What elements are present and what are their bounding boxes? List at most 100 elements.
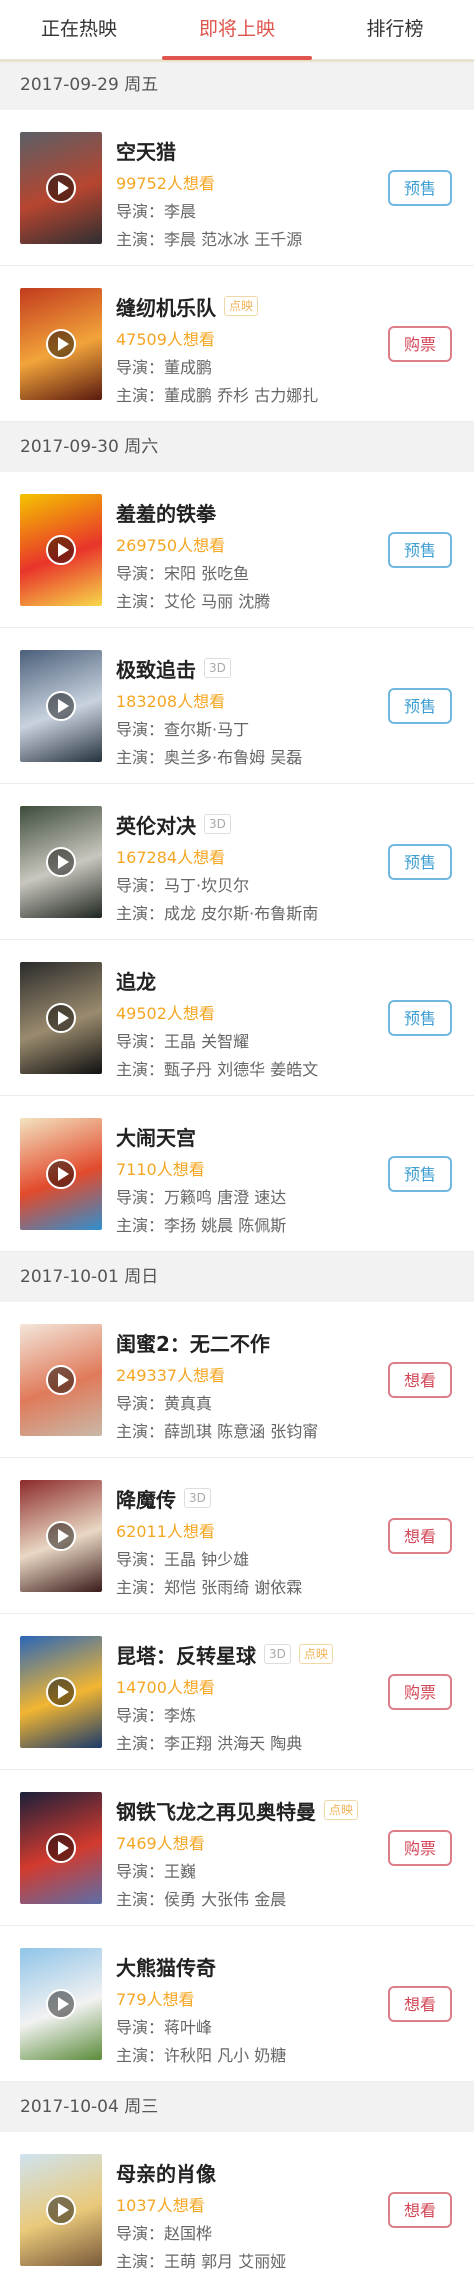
director-value: 王晶 关智耀 bbox=[164, 1032, 250, 1051]
cast-line: 主演：李正翔 洪海天 陶典 bbox=[116, 1730, 364, 1753]
presale-button[interactable]: 预售 bbox=[388, 1000, 452, 1036]
movie-info: 大熊猫传奇 779人想看 导演：蒋叶峰 主演：许秋阳 凡小 奶糖 bbox=[116, 1952, 364, 2066]
director-line: 导演：查尔斯·马丁 bbox=[116, 716, 364, 739]
play-icon[interactable] bbox=[46, 173, 76, 203]
director-value: 李晨 bbox=[164, 202, 197, 221]
movie-title: 追龙 bbox=[116, 969, 156, 994]
presale-button[interactable]: 预售 bbox=[388, 170, 452, 206]
buy-ticket-button[interactable]: 购票 bbox=[388, 1674, 452, 1710]
movie-item[interactable]: 昆塔：反转星球 3D 点映 14700人想看 导演：李炼 主演：李正翔 洪海天 陶典 购票 bbox=[0, 1614, 474, 1770]
movie-item[interactable]: 追龙 49502人想看 导演：王晶 关智耀 主演：甄子丹 刘德华 姜皓文 预售 bbox=[0, 940, 474, 1096]
cast-line: 主演：李晨 范冰冰 王千源 bbox=[116, 226, 364, 249]
title-row: 大熊猫传奇 bbox=[116, 1952, 364, 1980]
play-icon[interactable] bbox=[46, 1159, 76, 1189]
play-icon[interactable] bbox=[46, 847, 76, 877]
movie-poster[interactable] bbox=[20, 1948, 102, 2060]
movie-item[interactable]: 大熊猫传奇 779人想看 导演：蒋叶峰 主演：许秋阳 凡小 奶糖 想看 bbox=[0, 1926, 474, 2082]
play-icon[interactable] bbox=[46, 1521, 76, 1551]
cast-line: 主演：侯勇 大张伟 金晨 bbox=[116, 1886, 364, 1909]
movie-title: 大熊猫传奇 bbox=[116, 1955, 216, 1980]
play-icon[interactable] bbox=[46, 1365, 76, 1395]
movie-poster[interactable] bbox=[20, 288, 102, 400]
movie-poster[interactable] bbox=[20, 132, 102, 244]
presale-button[interactable]: 预售 bbox=[388, 1156, 452, 1192]
movie-item[interactable]: 闺蜜2：无二不作 249337人想看 导演：黄真真 主演：薛凯琪 陈意涵 张钧甯 想看 bbox=[0, 1302, 474, 1458]
director-line: 导演：王晶 钟少雄 bbox=[116, 1546, 364, 1569]
cast-value: 艾伦 马丽 沈腾 bbox=[164, 592, 271, 611]
cast-line: 主演：李扬 姚晨 陈佩斯 bbox=[116, 1212, 364, 1235]
movie-poster[interactable] bbox=[20, 1118, 102, 1230]
play-icon[interactable] bbox=[46, 2195, 76, 2225]
format-3d-badge: 3D bbox=[264, 1644, 291, 1664]
tab-coming-soon[interactable]: 即将上映 bbox=[158, 0, 316, 60]
director-value: 蒋叶峰 bbox=[164, 2018, 213, 2037]
buy-ticket-button[interactable]: 购票 bbox=[388, 326, 452, 362]
play-icon[interactable] bbox=[46, 1003, 76, 1033]
want-count: 167284人想看 bbox=[116, 848, 226, 867]
movie-item[interactable]: 极致追击 3D 183208人想看 导演：查尔斯·马丁 主演：奥兰多·布鲁姆 吴磊 预售 bbox=[0, 628, 474, 784]
want-to-see-button[interactable]: 想看 bbox=[388, 1986, 452, 2022]
movie-item[interactable]: 羞羞的铁拳 269750人想看 导演：宋阳 张吃鱼 主演：艾伦 马丽 沈腾 预售 bbox=[0, 472, 474, 628]
movie-info: 羞羞的铁拳 269750人想看 导演：宋阳 张吃鱼 主演：艾伦 马丽 沈腾 bbox=[116, 498, 364, 612]
director-value: 赵国桦 bbox=[164, 2224, 213, 2243]
cast-label: 主演： bbox=[116, 1422, 165, 1441]
presale-button[interactable]: 预售 bbox=[388, 688, 452, 724]
title-row: 追龙 bbox=[116, 966, 364, 994]
movie-poster[interactable] bbox=[20, 494, 102, 606]
movie-info: 空天猎 99752人想看 导演：李晨 主演：李晨 范冰冰 王千源 bbox=[116, 136, 364, 250]
director-value: 宋阳 张吃鱼 bbox=[164, 564, 250, 583]
presale-button[interactable]: 预售 bbox=[388, 532, 452, 568]
format-3d-badge: 3D bbox=[184, 1488, 211, 1508]
movie-poster[interactable] bbox=[20, 962, 102, 1074]
movie-info: 降魔传 3D 62011人想看 导演：王晶 钟少雄 主演：郑恺 张雨绮 谢依霖 bbox=[116, 1484, 364, 1598]
movie-item[interactable]: 钢铁飞龙之再见奥特曼 点映 7469人想看 导演：王巍 主演：侯勇 大张伟 金晨 购票 bbox=[0, 1770, 474, 1926]
preview-badge: 点映 bbox=[298, 1644, 333, 1664]
want-to-see-button[interactable]: 想看 bbox=[388, 1362, 452, 1398]
movie-poster[interactable] bbox=[20, 1792, 102, 1904]
director-line: 导演：马丁·坎贝尔 bbox=[116, 872, 364, 895]
play-icon[interactable] bbox=[46, 1833, 76, 1863]
movie-item[interactable]: 母亲的肖像 1037人想看 导演：赵国桦 主演：王萌 郭月 艾丽娅 想看 bbox=[0, 2132, 474, 2278]
date-header: 2017-09-30 周六 bbox=[0, 422, 474, 472]
movie-poster[interactable] bbox=[20, 1636, 102, 1748]
movie-item[interactable]: 大闹天宫 7110人想看 导演：万籁鸣 唐澄 速达 主演：李扬 姚晨 陈佩斯 预售 bbox=[0, 1096, 474, 1252]
movie-info: 闺蜜2：无二不作 249337人想看 导演：黄真真 主演：薛凯琪 陈意涵 张钧甯 bbox=[116, 1328, 364, 1442]
movie-item[interactable]: 降魔传 3D 62011人想看 导演：王晶 钟少雄 主演：郑恺 张雨绮 谢依霖 想看 bbox=[0, 1458, 474, 1614]
play-icon[interactable] bbox=[46, 1989, 76, 2019]
tab-now-showing[interactable]: 正在热映 bbox=[0, 0, 158, 59]
cast-label: 主演： bbox=[116, 2046, 165, 2065]
cast-label: 主演： bbox=[116, 1578, 165, 1597]
cast-label: 主演： bbox=[116, 904, 165, 923]
buy-ticket-button[interactable]: 购票 bbox=[388, 1830, 452, 1866]
director-label: 导演： bbox=[116, 1032, 165, 1051]
movie-poster[interactable] bbox=[20, 806, 102, 918]
title-row: 空天猎 bbox=[116, 136, 364, 164]
want-count: 779人想看 bbox=[116, 1990, 195, 2009]
movie-title: 羞羞的铁拳 bbox=[116, 501, 216, 526]
want-to-see-button[interactable]: 想看 bbox=[388, 2192, 452, 2228]
movie-poster[interactable] bbox=[20, 650, 102, 762]
play-icon[interactable] bbox=[46, 691, 76, 721]
movie-item[interactable]: 空天猎 99752人想看 导演：李晨 主演：李晨 范冰冰 王千源 预售 bbox=[0, 110, 474, 266]
format-3d-badge: 3D bbox=[204, 658, 231, 678]
movie-list: 2017-09-29 周五 空天猎 99752人想看 导演：李晨 主演：李晨 范冰冰 王… bbox=[0, 60, 474, 2278]
cast-value: 李晨 范冰冰 王千源 bbox=[164, 230, 303, 249]
director-line: 导演：王晶 关智耀 bbox=[116, 1028, 364, 1051]
want-to-see-button[interactable]: 想看 bbox=[388, 1518, 452, 1554]
play-icon[interactable] bbox=[46, 535, 76, 565]
date-header: 2017-10-04 周三 bbox=[0, 2082, 474, 2132]
movie-poster[interactable] bbox=[20, 1324, 102, 1436]
play-icon[interactable] bbox=[46, 329, 76, 359]
movie-poster[interactable] bbox=[20, 2154, 102, 2266]
movie-item[interactable]: 英伦对决 3D 167284人想看 导演：马丁·坎贝尔 主演：成龙 皮尔斯·布鲁斯南 预售 bbox=[0, 784, 474, 940]
movie-poster[interactable] bbox=[20, 1480, 102, 1592]
tab-ranking[interactable]: 排行榜 bbox=[316, 0, 474, 59]
movie-title: 缝纫机乐队 bbox=[116, 295, 216, 320]
movie-item[interactable]: 缝纫机乐队 点映 47509人想看 导演：董成鹏 主演：董成鹏 乔杉 古力娜扎 购票 bbox=[0, 266, 474, 422]
play-icon[interactable] bbox=[46, 1677, 76, 1707]
format-3d-badge: 3D bbox=[204, 814, 231, 834]
director-label: 导演： bbox=[116, 720, 165, 739]
movie-info: 母亲的肖像 1037人想看 导演：赵国桦 主演：王萌 郭月 艾丽娅 bbox=[116, 2158, 364, 2272]
presale-button[interactable]: 预售 bbox=[388, 844, 452, 880]
director-line: 导演：蒋叶峰 bbox=[116, 2014, 364, 2037]
